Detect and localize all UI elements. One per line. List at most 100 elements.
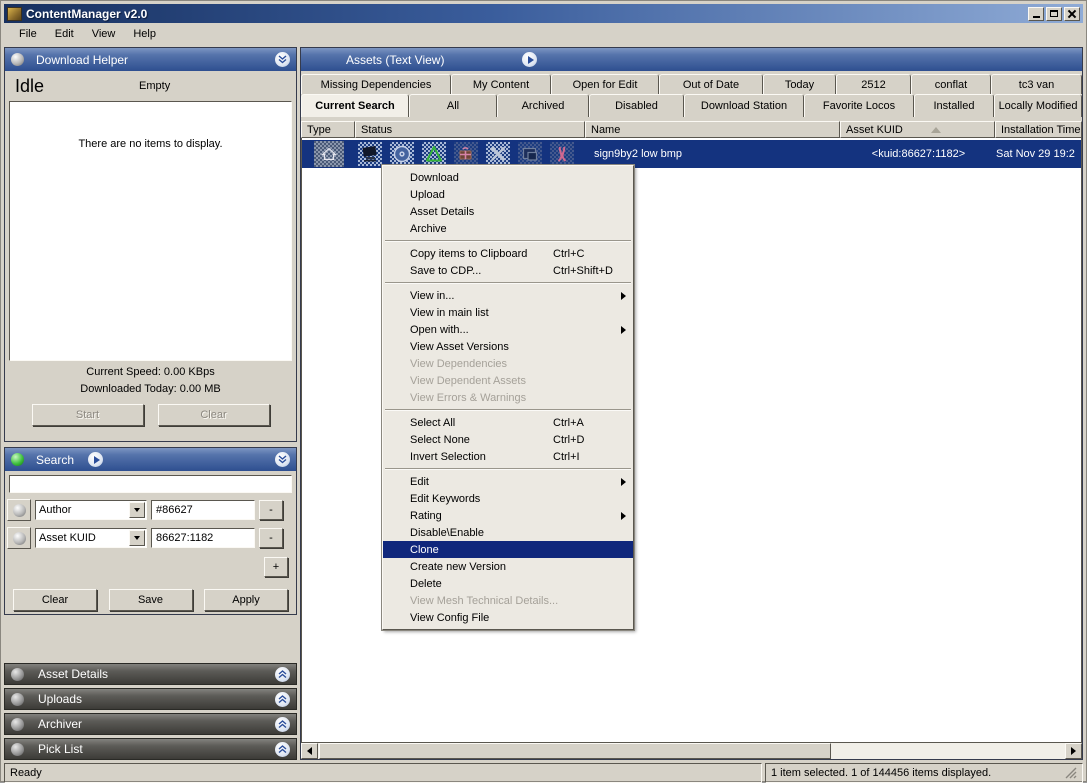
sphere-icon <box>11 743 24 756</box>
filter-toggle-button[interactable] <box>7 499 31 521</box>
menu-item-select-all[interactable]: Select AllCtrl+A <box>383 414 633 431</box>
selection-status: 1 item selected. 1 of 144456 items displ… <box>765 763 1083 783</box>
archiver-title: Archiver <box>38 717 82 731</box>
context-menu: Download Upload Asset Details Archive Co… <box>382 165 634 630</box>
tab-open-for-edit[interactable]: Open for Edit <box>551 74 659 94</box>
menu-item-clone[interactable]: Clone <box>383 541 633 558</box>
filter-value-input[interactable]: 86627:1182 <box>151 528 255 548</box>
clear-search-button[interactable]: Clear <box>13 589 97 611</box>
tab-favorite-locos[interactable]: Favorite Locos <box>804 94 914 117</box>
menu-item-disable-enable[interactable]: Disable\Enable <box>383 524 633 541</box>
tab-2512[interactable]: 2512 <box>836 74 911 94</box>
application-window: ContentManager v2.0 File Edit View Help … <box>0 0 1087 782</box>
resize-grip-icon <box>1065 767 1077 779</box>
tab-tc3-van[interactable]: tc3 van <box>991 74 1082 94</box>
download-helper-header[interactable]: Download Helper <box>5 48 296 71</box>
column-header-label: Asset KUID <box>846 124 903 136</box>
menu-item-invert-selection[interactable]: Invert SelectionCtrl+I <box>383 448 633 465</box>
column-header-installation-time[interactable]: Installation Time <box>995 121 1082 138</box>
tab-missing-dependencies[interactable]: Missing Dependencies <box>301 74 451 94</box>
archiver-header[interactable]: Archiver <box>4 713 297 735</box>
pick-list-header[interactable]: Pick List <box>4 738 297 760</box>
menu-item-archive[interactable]: Archive <box>383 220 633 237</box>
menu-item-select-none[interactable]: Select NoneCtrl+D <box>383 431 633 448</box>
search-header[interactable]: Search <box>5 448 296 471</box>
close-button[interactable] <box>1064 7 1080 21</box>
menu-item-view-in[interactable]: View in... <box>383 287 633 304</box>
assets-action-button[interactable] <box>522 52 537 67</box>
filter-toggle-button[interactable] <box>7 527 31 549</box>
column-header-asset-kuid[interactable]: Asset KUID <box>840 121 995 138</box>
clear-downloads-button: Clear <box>158 404 270 426</box>
menu-item-save-to-cdp[interactable]: Save to CDP...Ctrl+Shift+D <box>383 262 633 279</box>
asset-details-header[interactable]: Asset Details <box>4 663 297 685</box>
add-filter-button[interactable]: + <box>264 557 288 577</box>
start-button: Start <box>32 404 144 426</box>
menu-item-edit[interactable]: Edit <box>383 473 633 490</box>
menu-item-view-config-file[interactable]: View Config File <box>383 609 633 626</box>
column-header-status[interactable]: Status <box>355 121 585 138</box>
menu-item-view-dependencies: View Dependencies <box>383 355 633 372</box>
filter-tabs-row-1: Missing Dependencies My Content Open for… <box>301 74 1082 94</box>
menu-item-create-new-version[interactable]: Create new Version <box>383 558 633 575</box>
tab-my-content[interactable]: My Content <box>451 74 551 94</box>
selection-status-text: 1 item selected. 1 of 144456 items displ… <box>771 767 991 779</box>
scrollbar-track[interactable] <box>831 743 1065 759</box>
column-header-type[interactable]: Type <box>301 121 355 138</box>
tab-all[interactable]: All <box>409 94 497 117</box>
menu-file[interactable]: File <box>10 26 46 42</box>
menu-item-rating[interactable]: Rating <box>383 507 633 524</box>
run-search-button[interactable] <box>88 452 103 467</box>
filter-field-select[interactable]: Author <box>35 500 147 520</box>
menu-item-asset-details[interactable]: Asset Details <box>383 203 633 220</box>
asset-kuid: <kuid:86627:1182> <box>841 148 996 160</box>
tab-disabled[interactable]: Disabled <box>589 94 684 117</box>
expand-chevron-button[interactable] <box>275 717 290 732</box>
resize-grip[interactable] <box>1063 767 1077 779</box>
tab-download-station[interactable]: Download Station <box>684 94 804 117</box>
filter-value-input[interactable]: #86627 <box>151 500 255 520</box>
save-search-button[interactable]: Save <box>109 589 193 611</box>
tab-archived[interactable]: Archived <box>497 94 589 117</box>
arrow-left-icon <box>307 747 312 755</box>
maximize-button[interactable] <box>1046 7 1062 21</box>
scroll-left-button[interactable] <box>301 743 318 759</box>
menu-edit[interactable]: Edit <box>46 26 83 42</box>
tab-current-search[interactable]: Current Search <box>301 94 409 117</box>
menu-item-upload[interactable]: Upload <box>383 186 633 203</box>
tab-installed[interactable]: Installed <box>914 94 994 117</box>
remove-filter-button[interactable]: - <box>259 500 283 520</box>
submenu-arrow-icon <box>621 478 626 486</box>
dropdown-button[interactable] <box>129 502 145 518</box>
uploads-header[interactable]: Uploads <box>4 688 297 710</box>
tab-locally-modified[interactable]: Locally Modified <box>994 94 1082 117</box>
menu-item-delete[interactable]: Delete <box>383 575 633 592</box>
search-input[interactable] <box>9 475 292 493</box>
menu-item-edit-keywords[interactable]: Edit Keywords <box>383 490 633 507</box>
collapse-chevron-button[interactable] <box>275 452 290 467</box>
expand-chevron-button[interactable] <box>275 667 290 682</box>
minimize-button[interactable] <box>1028 7 1044 21</box>
expand-chevron-button[interactable] <box>275 742 290 757</box>
collapse-chevron-button[interactable] <box>275 52 290 67</box>
column-header-name[interactable]: Name <box>585 121 840 138</box>
tab-today[interactable]: Today <box>763 74 836 94</box>
apply-search-button[interactable]: Apply <box>204 589 288 611</box>
scrollbar-thumb[interactable] <box>319 743 831 759</box>
tab-out-of-date[interactable]: Out of Date <box>659 74 763 94</box>
scroll-right-button[interactable] <box>1065 743 1082 759</box>
menu-view[interactable]: View <box>83 26 125 42</box>
menu-item-download[interactable]: Download <box>383 169 633 186</box>
menu-item-copy-items-to-clipboard[interactable]: Copy items to ClipboardCtrl+C <box>383 245 633 262</box>
remove-filter-button[interactable]: - <box>259 528 283 548</box>
dropdown-button[interactable] <box>129 530 145 546</box>
tab-conflat[interactable]: conflat <box>911 74 991 94</box>
menu-item-open-with[interactable]: Open with... <box>383 321 633 338</box>
filter-field-select[interactable]: Asset KUID <box>35 528 147 548</box>
menu-item-view-in-main-list[interactable]: View in main list <box>383 304 633 321</box>
expand-chevron-button[interactable] <box>275 692 290 707</box>
horizontal-scrollbar[interactable] <box>301 742 1082 759</box>
menu-help[interactable]: Help <box>124 26 165 42</box>
table-row[interactable]: sign9by2 low bmp <kuid:86627:1182> Sat N… <box>302 140 1081 168</box>
menu-item-view-asset-versions[interactable]: View Asset Versions <box>383 338 633 355</box>
